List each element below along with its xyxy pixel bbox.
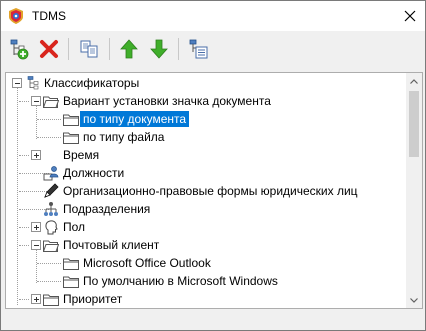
expand-toggle[interactable] xyxy=(31,222,41,232)
tree-connector xyxy=(19,299,29,300)
folder-icon xyxy=(62,273,80,289)
tree-root-item[interactable]: Классификаторы xyxy=(23,74,142,92)
collapse-toggle[interactable] xyxy=(31,96,41,106)
classifier-tree[interactable]: Классификаторы Вариант установки значка … xyxy=(5,72,423,309)
pen-icon xyxy=(42,183,60,199)
tree-content: Классификаторы Вариант установки значка … xyxy=(6,73,406,308)
copy-button[interactable] xyxy=(76,36,102,62)
tree-properties-icon xyxy=(189,39,208,59)
org-structure-icon xyxy=(42,201,60,217)
toolbar-separator xyxy=(109,38,110,60)
tree-connector xyxy=(19,101,29,102)
toolbar-separator xyxy=(68,38,69,60)
folder-open-icon xyxy=(42,237,60,253)
move-down-button[interactable] xyxy=(146,36,172,62)
tdms-dialog-window: TDMS Классификаторы Вариант установки зн… xyxy=(0,0,426,331)
toolbar xyxy=(1,31,425,67)
tree-connector xyxy=(17,87,18,305)
tree-connector xyxy=(19,245,29,246)
tree-item-mail-client[interactable]: Почтовый клиент xyxy=(42,236,162,254)
add-tree-icon xyxy=(10,39,29,60)
tree-item-windows-default[interactable]: По умолчанию в Microsoft Windows xyxy=(62,272,281,290)
title-bar: TDMS xyxy=(1,1,425,31)
tree-item-legal-forms[interactable]: Организационно-правовые формы юридически… xyxy=(42,182,361,200)
toolbar-separator xyxy=(178,38,179,60)
tree-item-positions[interactable]: Должности xyxy=(42,164,127,182)
position-icon xyxy=(42,165,60,181)
tree-connector xyxy=(36,104,37,139)
properties-button[interactable] xyxy=(185,36,211,62)
scroll-up-button[interactable] xyxy=(406,73,422,89)
blank-icon xyxy=(42,147,60,163)
folder-icon xyxy=(62,111,80,127)
tree-root-label: Классификаторы xyxy=(44,76,140,90)
copy-docs-icon xyxy=(80,40,98,58)
folder-open-icon xyxy=(42,93,60,109)
classifier-root-icon xyxy=(23,75,41,91)
tree-connector xyxy=(36,248,37,283)
scroll-thumb[interactable] xyxy=(409,91,419,157)
folder-icon xyxy=(62,255,80,271)
add-classifier-button[interactable] xyxy=(6,36,32,62)
expand-toggle[interactable] xyxy=(31,150,41,160)
tree-connector xyxy=(37,281,61,282)
tree-item-document-icon-variant[interactable]: Вариант установки значка документа xyxy=(42,92,274,110)
chevron-down-icon xyxy=(410,297,418,303)
tree-connector xyxy=(37,119,61,120)
close-icon xyxy=(404,10,416,22)
tree-connector xyxy=(37,137,61,138)
tdms-app-icon xyxy=(9,8,23,24)
red-x-icon xyxy=(40,40,58,58)
chevron-up-icon xyxy=(410,78,418,84)
tree-item-departments[interactable]: Подразделения xyxy=(42,200,153,218)
expand-toggle[interactable] xyxy=(31,294,41,304)
tree-item-time[interactable]: Время xyxy=(42,146,102,164)
green-arrow-up-icon xyxy=(120,39,138,59)
tree-item-by-document-type[interactable]: по типу документа xyxy=(62,110,190,128)
tree-item-outlook[interactable]: Microsoft Office Outlook xyxy=(62,254,214,272)
folder-icon xyxy=(62,129,80,145)
folder-icon xyxy=(42,291,60,307)
tree-item-gender[interactable]: Пол xyxy=(42,218,88,236)
tree-connector xyxy=(19,227,29,228)
selected-item-label: по типу документа xyxy=(80,111,190,127)
scroll-down-button[interactable] xyxy=(406,292,422,308)
collapse-toggle[interactable] xyxy=(12,78,22,88)
move-up-button[interactable] xyxy=(116,36,142,62)
collapse-toggle[interactable] xyxy=(31,240,41,250)
delete-button[interactable] xyxy=(36,36,62,62)
tree-connector xyxy=(37,263,61,264)
window-title: TDMS xyxy=(32,9,66,23)
person-head-icon xyxy=(42,219,60,235)
tree-connector xyxy=(19,155,29,156)
tree-item-priority[interactable]: Приоритет xyxy=(42,290,125,308)
tree-item-by-file-type[interactable]: по типу файла xyxy=(62,128,167,146)
close-button[interactable] xyxy=(395,1,425,31)
green-arrow-down-icon xyxy=(150,39,168,59)
vertical-scrollbar[interactable] xyxy=(406,73,422,308)
